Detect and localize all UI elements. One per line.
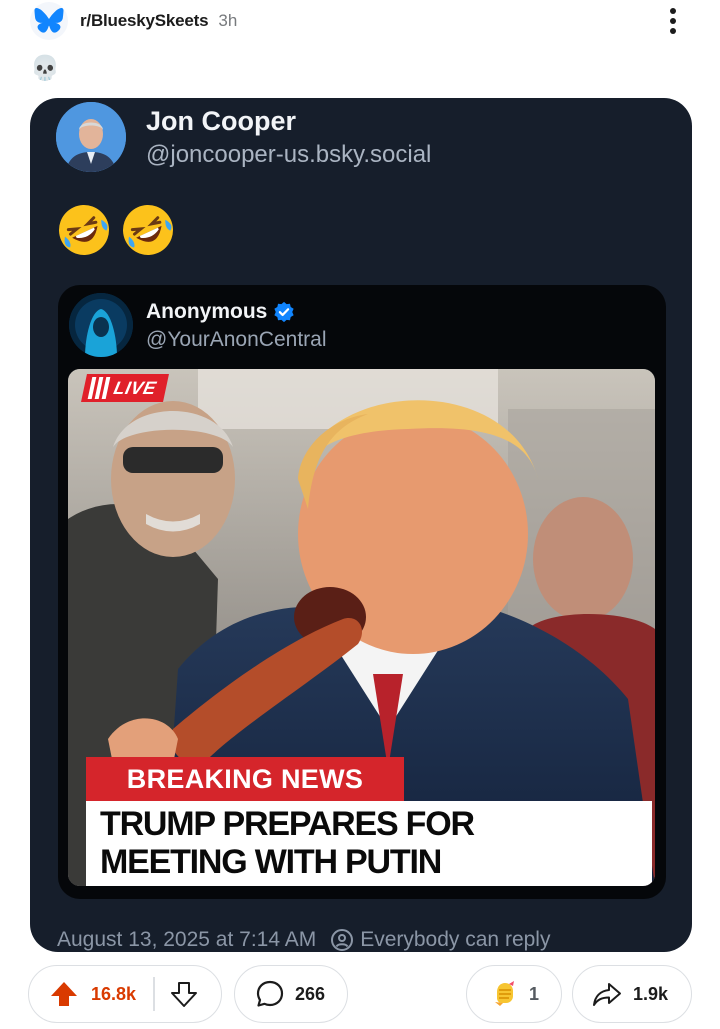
post-age: 3h xyxy=(218,11,238,30)
reply-settings-icon xyxy=(331,929,354,951)
live-badge: LIVE xyxy=(81,374,169,402)
comments-button[interactable]: 266 xyxy=(234,965,348,1023)
author-avatar xyxy=(56,102,126,172)
news-headline: TRUMP PREPARES FOR MEETING WITH PUTIN xyxy=(86,801,652,886)
rofl-emoji-icon xyxy=(59,205,109,255)
skeet-date: August 13, 2025 at 7:14 AM xyxy=(57,928,317,951)
downvote-button[interactable] xyxy=(165,975,203,1013)
quote-author-avatar xyxy=(69,293,133,357)
post-header: r/BlueskySkeets 3h xyxy=(30,0,690,42)
more-vertical-icon[interactable] xyxy=(662,6,684,36)
live-label: LIVE xyxy=(111,377,159,398)
author-name[interactable]: Jon Cooper xyxy=(146,106,296,137)
news-image[interactable]: LIVE BREAKING NEWS TRUMP PREPARES FOR ME… xyxy=(68,369,655,886)
bluesky-butterfly-icon xyxy=(34,7,64,33)
award-button[interactable]: 1 xyxy=(466,965,562,1023)
quote-author-name[interactable]: Anonymous xyxy=(146,300,267,324)
post-title: 💀 xyxy=(30,55,60,82)
skeet-text xyxy=(56,202,176,258)
subreddit-avatar[interactable] xyxy=(30,2,68,40)
comment-count: 266 xyxy=(295,983,326,1004)
downvote-arrow-icon xyxy=(170,982,197,1007)
quote-author-row[interactable]: Anonymous xyxy=(146,300,295,324)
author-handle[interactable]: @joncooper-us.bsky.social xyxy=(146,141,431,169)
quote-author-handle[interactable]: @YourAnonCentral xyxy=(146,328,327,352)
headline-line-2: MEETING WITH PUTIN xyxy=(100,843,442,881)
share-arrow-icon xyxy=(593,983,621,1006)
post-action-bar: 16.8k 266 1 1.9k xyxy=(0,965,720,1023)
award-icon xyxy=(495,981,514,1006)
comment-bubble-icon xyxy=(256,980,284,1007)
breaking-news-banner: BREAKING NEWS xyxy=(86,757,404,801)
quoted-post[interactable]: Anonymous @YourAnonCentral LIVE BREAKING… xyxy=(58,285,666,899)
breaking-news-label: BREAKING NEWS xyxy=(126,763,364,794)
vote-count: 16.8k xyxy=(91,983,137,1004)
award-count: 1 xyxy=(529,983,540,1004)
skeet-footer: August 13, 2025 at 7:14 AM Everybody can… xyxy=(57,928,550,952)
verified-badge-icon xyxy=(274,301,294,323)
vote-control: 16.8k xyxy=(28,965,222,1023)
share-button[interactable]: 1.9k xyxy=(572,965,692,1023)
share-count: 1.9k xyxy=(633,983,669,1004)
live-stripes-icon xyxy=(87,377,111,399)
upvote-button[interactable] xyxy=(45,975,83,1013)
skeet-card[interactable]: Jon Cooper @joncooper-us.bsky.social Ano… xyxy=(30,98,692,952)
upvote-arrow-icon xyxy=(51,982,77,1006)
vote-divider xyxy=(153,977,155,1011)
reply-setting-label[interactable]: Everybody can reply xyxy=(360,928,550,952)
subreddit-name[interactable]: r/BlueskySkeets xyxy=(80,11,209,31)
rofl-emoji-icon xyxy=(123,205,173,255)
headline-line-1: TRUMP PREPARES FOR xyxy=(100,805,475,843)
reddit-post-page: r/BlueskySkeets 3h 💀 Jon Cooper @joncoop… xyxy=(0,0,720,1029)
